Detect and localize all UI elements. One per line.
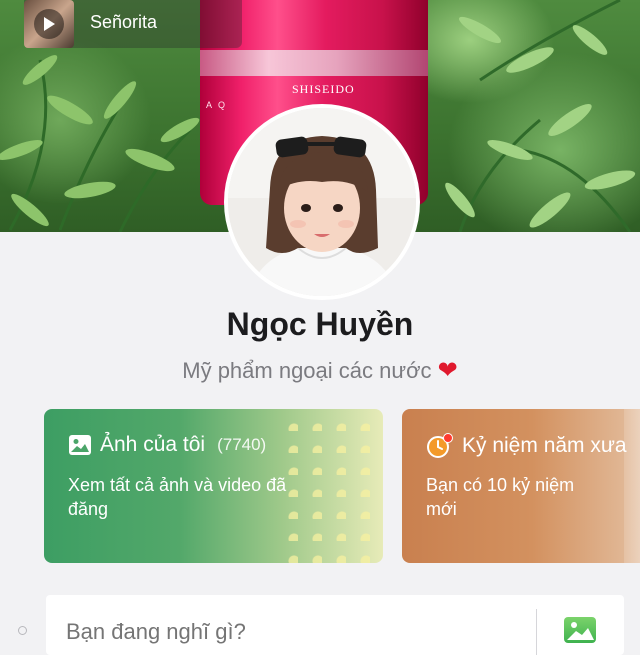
photos-count: (7740)	[217, 435, 267, 454]
photo-icon	[69, 435, 91, 455]
foliage-right	[445, 0, 636, 232]
avatar-image	[228, 108, 416, 296]
status-input[interactable]	[66, 619, 506, 645]
profile-bio: Mỹ phẩm ngoại các nước ❤	[0, 356, 640, 385]
profile-bio-text: Mỹ phẩm ngoại các nước	[182, 358, 432, 383]
profile-name: Ngọc Huyền	[226, 306, 414, 342]
memories-card-description: Bạn có 10 kỷ niệm mới	[426, 475, 575, 519]
bottle-brand: SHISEIDO	[292, 82, 355, 96]
status-composer[interactable]	[46, 595, 624, 655]
photos-card-title: Ảnh của tôi (7740)	[68, 433, 266, 457]
music-title[interactable]: Señorita	[90, 12, 157, 33]
memories-card[interactable]: Kỷ niệm năm xưa Bạn có 10 kỷ niệm mới	[402, 409, 640, 563]
image-icon[interactable]	[564, 617, 596, 643]
my-photos-card[interactable]: Ảnh của tôi (7740) Xem tất cả ảnh và vid…	[44, 409, 383, 563]
avatar[interactable]	[224, 104, 420, 300]
timeline-dot	[18, 626, 27, 635]
bottle-sub: A Q	[206, 100, 228, 110]
music-thumbnail[interactable]	[24, 0, 74, 48]
photos-card-description: Xem tất cả ảnh và video đã đăng	[68, 475, 287, 519]
heart-icon: ❤	[437, 357, 458, 384]
play-icon[interactable]	[34, 9, 64, 39]
memories-card-title: Kỷ niệm năm xưa	[426, 433, 627, 459]
memories-card-title-text: Kỷ niệm năm xưa	[462, 434, 627, 457]
composer-divider	[536, 609, 537, 655]
clock-icon	[427, 433, 453, 458]
photos-card-title-text: Ảnh của tôi	[100, 433, 206, 456]
profile-music-bar[interactable]: Señorita	[24, 0, 242, 48]
